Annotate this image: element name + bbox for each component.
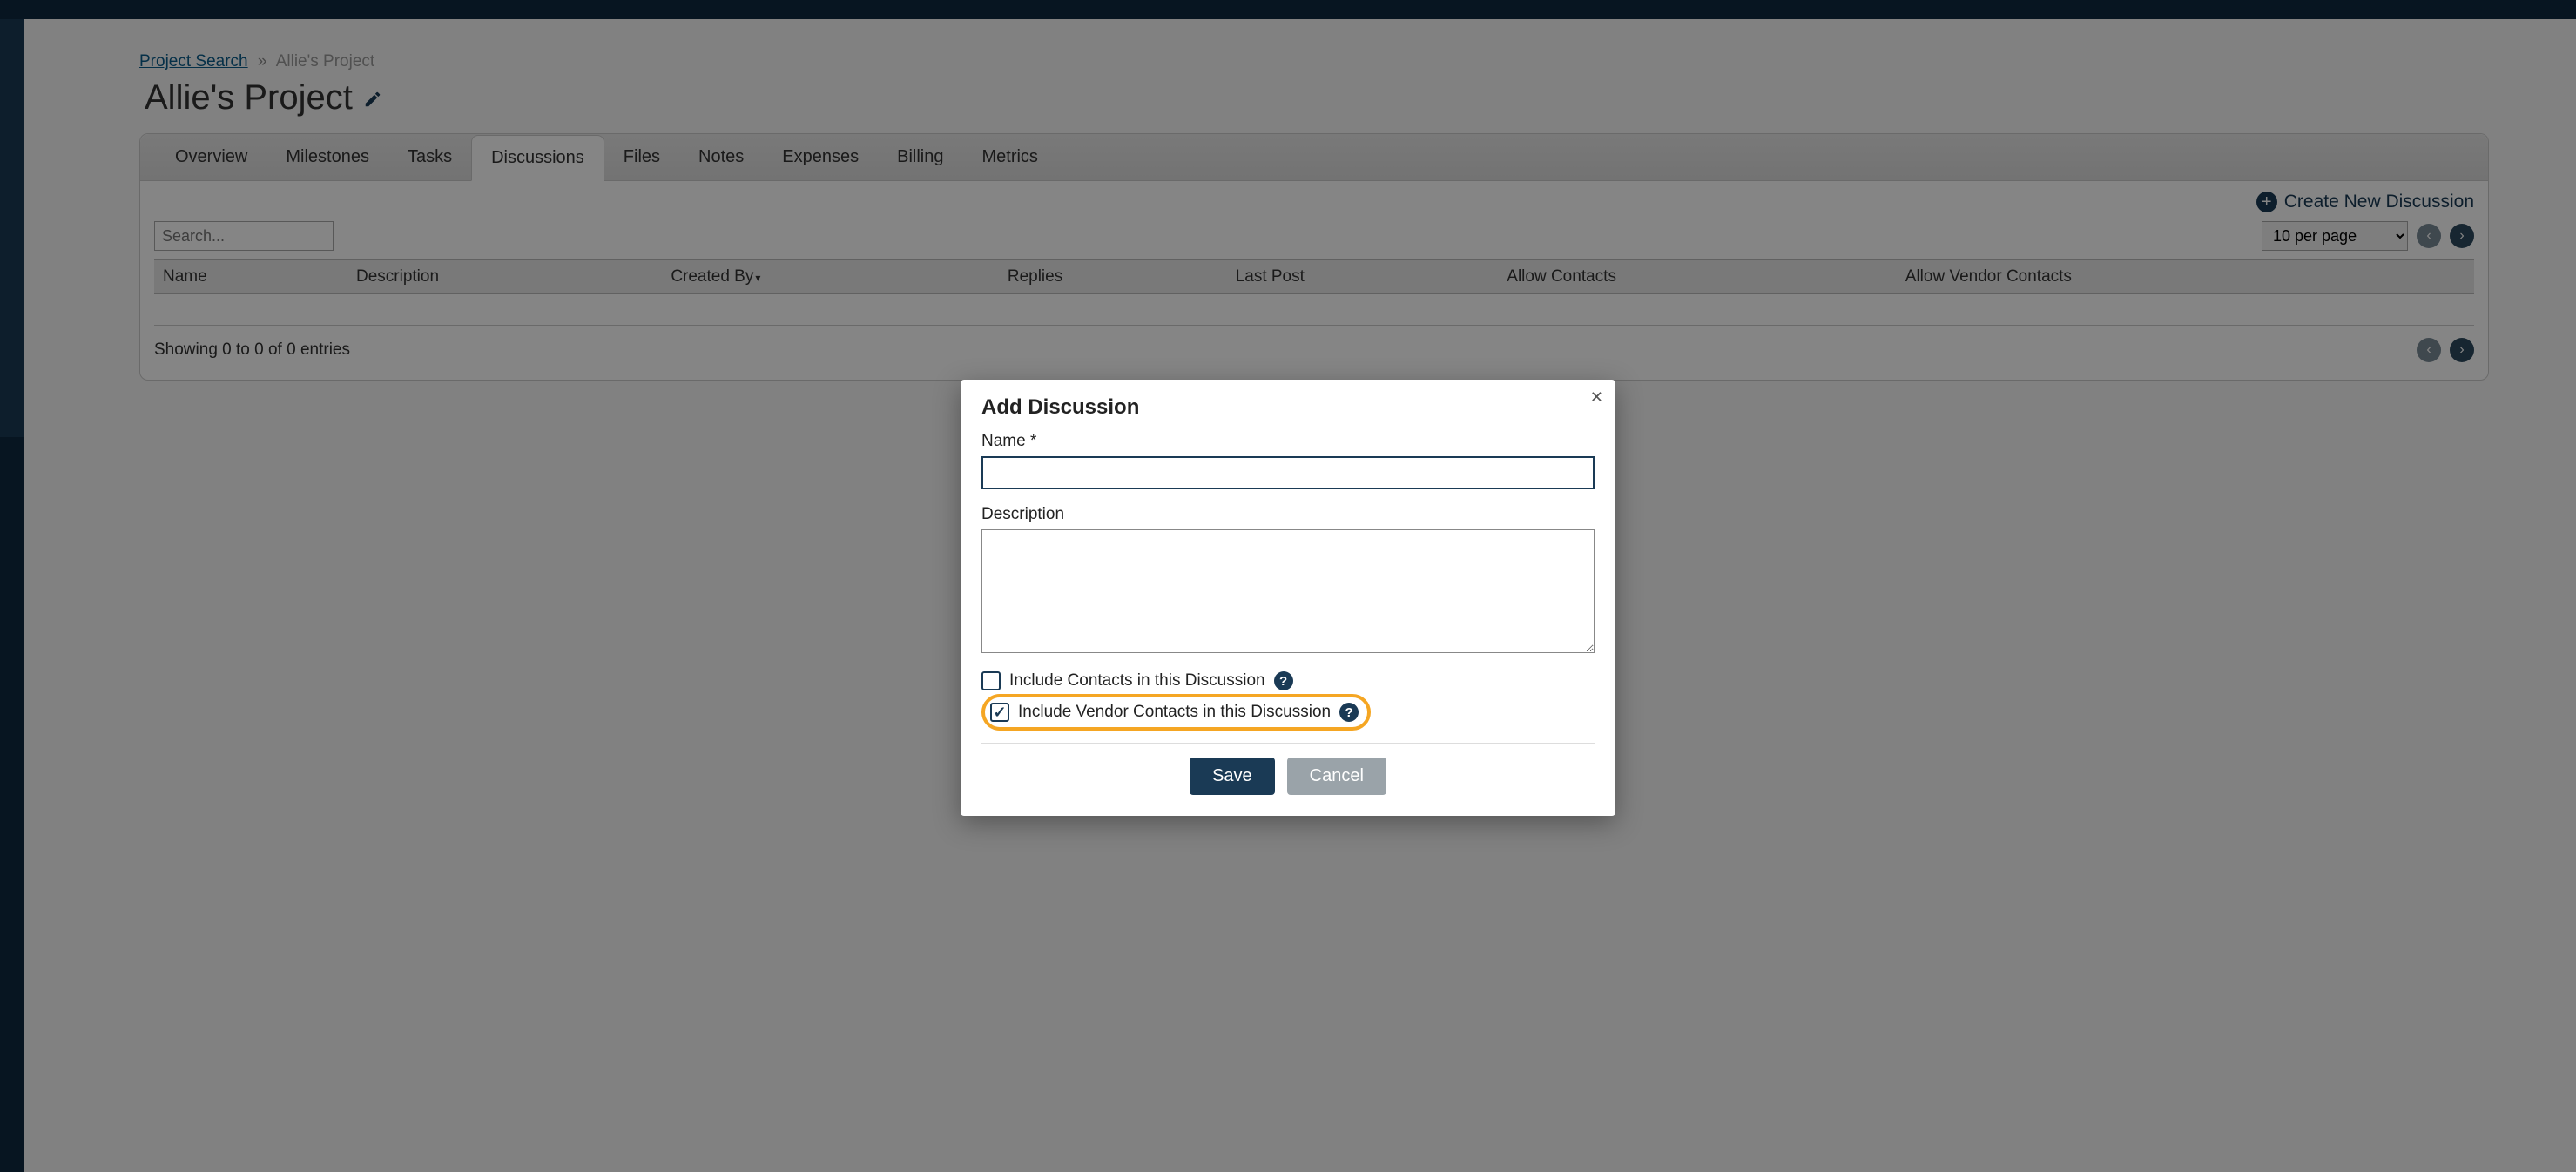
include-contacts-checkbox[interactable] (981, 671, 1001, 690)
close-icon[interactable]: ✕ (1590, 388, 1603, 407)
description-label: Description (981, 505, 1595, 524)
include-vendor-contacts-label: Include Vendor Contacts in this Discussi… (1018, 703, 1331, 722)
include-vendor-contacts-checkbox[interactable]: ✓ (990, 703, 1009, 722)
description-input[interactable] (981, 529, 1595, 653)
include-vendor-contacts-row[interactable]: ✓ Include Vendor Contacts in this Discus… (990, 701, 1359, 724)
include-contacts-label: Include Contacts in this Discussion (1009, 671, 1265, 690)
add-discussion-modal: ✕ Add Discussion Name * Description Incl… (961, 380, 1615, 816)
highlight-ring: ✓ Include Vendor Contacts in this Discus… (981, 694, 1371, 731)
name-input[interactable] (981, 456, 1595, 489)
save-button[interactable]: Save (1190, 758, 1275, 795)
modal-divider (981, 743, 1595, 744)
help-icon[interactable]: ? (1274, 671, 1293, 690)
name-label: Name * (981, 432, 1595, 451)
include-contacts-row[interactable]: Include Contacts in this Discussion ? (981, 670, 1595, 692)
modal-title: Add Discussion (981, 395, 1595, 420)
cancel-button[interactable]: Cancel (1287, 758, 1386, 795)
help-icon[interactable]: ? (1339, 703, 1359, 722)
